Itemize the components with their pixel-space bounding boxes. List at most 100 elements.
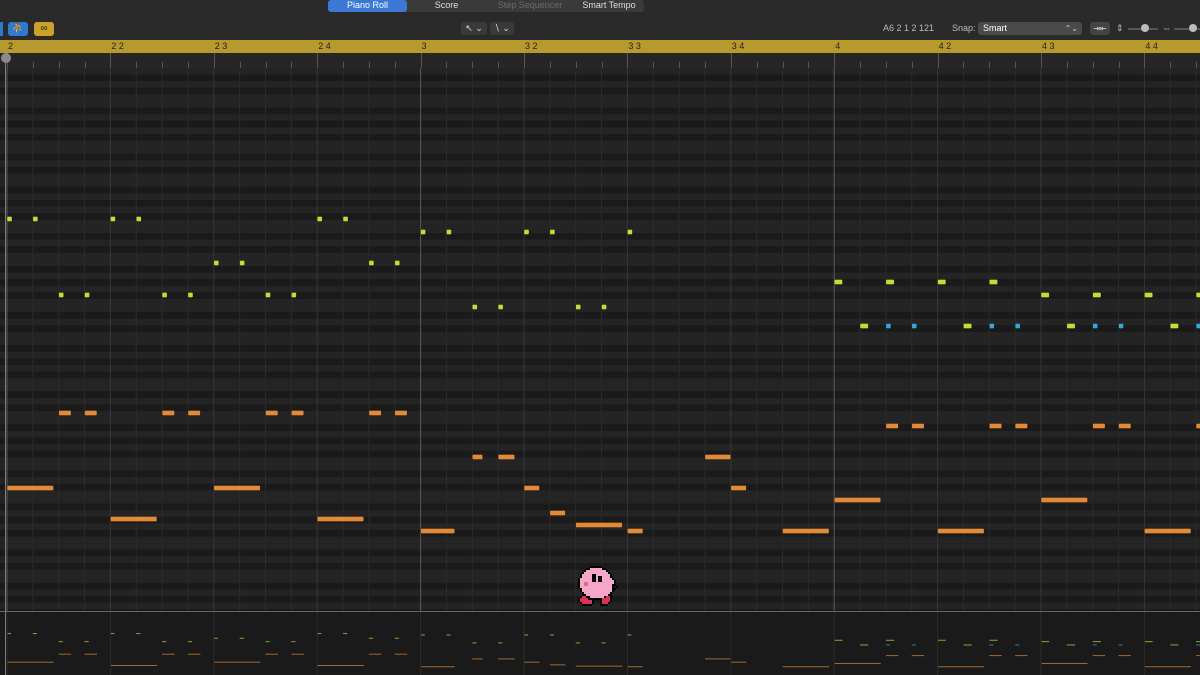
fit-zoom-button[interactable]: ⇥⇤ — [1090, 22, 1110, 35]
midi-note-orange[interactable] — [58, 410, 72, 416]
midi-note-green[interactable] — [575, 304, 582, 310]
midi-note-green[interactable] — [1092, 292, 1102, 298]
midi-note-blue[interactable] — [1014, 323, 1021, 329]
midi-note-orange[interactable] — [1014, 423, 1028, 429]
midi-note-orange[interactable] — [1092, 423, 1106, 429]
midi-note-orange[interactable] — [988, 423, 1003, 429]
midi-note-green[interactable] — [1040, 292, 1050, 298]
midi-note-orange[interactable] — [187, 410, 201, 416]
kirby-pixel — [608, 580, 610, 582]
midi-note-green[interactable] — [110, 216, 116, 222]
lane-mark-orange — [265, 653, 278, 655]
midi-note-orange[interactable] — [1040, 497, 1088, 503]
midi-note-blue[interactable] — [1195, 323, 1200, 329]
tab-smart-tempo[interactable]: Smart Tempo — [574, 0, 644, 12]
midi-note-green[interactable] — [420, 229, 426, 235]
midi-note-green[interactable] — [368, 260, 375, 266]
midi-note-green[interactable] — [291, 292, 297, 298]
midi-note-green[interactable] — [963, 323, 973, 329]
midi-note-orange[interactable] — [575, 522, 623, 528]
midi-note-green[interactable] — [135, 216, 142, 222]
kirby-pixel — [586, 600, 588, 602]
kirby-pixel — [602, 596, 604, 598]
midi-note-green[interactable] — [446, 229, 452, 235]
tab-piano-roll[interactable]: Piano Roll — [328, 0, 407, 12]
midi-note-orange[interactable] — [84, 410, 98, 416]
midi-note-orange[interactable] — [6, 485, 54, 491]
midi-note-green[interactable] — [239, 260, 245, 266]
tab-score[interactable]: Score — [407, 0, 486, 12]
midi-note-green[interactable] — [497, 304, 504, 310]
midi-note-green[interactable] — [187, 292, 194, 298]
midi-note-green[interactable] — [265, 292, 271, 298]
midi-note-green[interactable] — [885, 279, 895, 285]
playhead-handle[interactable] — [1, 53, 11, 63]
midi-note-green[interactable] — [1195, 292, 1200, 298]
midi-note-green[interactable] — [859, 323, 869, 329]
midi-note-orange[interactable] — [1195, 423, 1200, 429]
midi-note-green[interactable] — [937, 279, 947, 285]
midi-note-orange[interactable] — [833, 497, 882, 503]
link-icon[interactable]: ∞ — [34, 22, 54, 36]
midi-note-orange[interactable] — [471, 454, 483, 460]
midi-note-green[interactable] — [316, 216, 323, 222]
velocity-lane[interactable] — [0, 612, 1200, 675]
midi-note-green[interactable] — [1066, 323, 1076, 329]
midi-note-orange[interactable] — [497, 454, 515, 460]
midi-note-green[interactable] — [394, 260, 401, 266]
horizontal-zoom-knob[interactable] — [1189, 24, 1197, 32]
midi-note-orange[interactable] — [420, 528, 456, 534]
midi-note-orange[interactable] — [291, 410, 305, 416]
midi-note-orange[interactable] — [1118, 423, 1132, 429]
midi-note-green[interactable] — [601, 304, 607, 310]
midi-note-green[interactable] — [833, 279, 843, 285]
midi-note-orange[interactable] — [523, 485, 540, 491]
midi-note-green[interactable] — [1169, 323, 1179, 329]
midi-note-orange[interactable] — [549, 510, 566, 516]
midi-note-green[interactable] — [342, 216, 349, 222]
midi-note-green[interactable] — [471, 304, 478, 310]
midi-note-green[interactable] — [58, 292, 65, 298]
midi-note-blue[interactable] — [911, 323, 918, 329]
midi-note-green[interactable] — [627, 229, 633, 235]
pencil-tool-menu[interactable]: ∖ ⌄ — [490, 22, 514, 35]
midi-note-orange[interactable] — [782, 528, 830, 534]
midi-note-orange[interactable] — [937, 528, 985, 534]
midi-note-orange[interactable] — [885, 423, 899, 429]
midi-note-orange[interactable] — [161, 410, 175, 416]
midi-note-green[interactable] — [84, 292, 90, 298]
midi-note-orange[interactable] — [316, 516, 365, 522]
bar-ruler[interactable]: 2 2 2 2 3 2 4 3 3 2 3 3 3 4 4 4 2 4 3 4 4 — [0, 40, 1200, 53]
midi-note-blue[interactable] — [885, 323, 892, 329]
playhead-line[interactable] — [5, 53, 6, 675]
midi-note-green[interactable] — [6, 216, 13, 222]
midi-note-orange[interactable] — [110, 516, 158, 522]
midi-note-blue[interactable] — [988, 323, 995, 329]
tab-step-sequencer[interactable]: Step Sequencer — [486, 0, 574, 12]
midi-note-orange[interactable] — [1144, 528, 1192, 534]
midi-note-orange[interactable] — [704, 454, 732, 460]
midi-note-blue[interactable] — [1118, 323, 1124, 329]
midi-note-orange[interactable] — [911, 423, 925, 429]
ruler-ticks[interactable] — [0, 53, 1200, 68]
snap-select[interactable]: Smart ⌃⌄ — [978, 22, 1082, 35]
vertical-zoom-knob[interactable] — [1141, 24, 1149, 32]
midi-note-orange[interactable] — [730, 485, 747, 491]
midi-note-orange[interactable] — [368, 410, 382, 416]
midi-note-green[interactable] — [213, 260, 220, 266]
midi-note-green[interactable] — [523, 229, 530, 235]
midi-note-blue[interactable] — [1092, 323, 1098, 329]
kirby-pixel — [588, 598, 590, 600]
midi-note-orange[interactable] — [394, 410, 408, 416]
midi-note-orange[interactable] — [265, 410, 279, 416]
pointer-tool-menu[interactable]: ↖ ⌄ — [461, 22, 487, 35]
midi-note-green[interactable] — [161, 292, 168, 298]
midi-note-orange[interactable] — [627, 528, 644, 534]
midi-note-orange[interactable] — [213, 485, 261, 491]
midi-note-green[interactable] — [988, 279, 998, 285]
piano-roll-grid[interactable] — [0, 68, 1200, 612]
midi-note-green[interactable] — [1144, 292, 1153, 298]
catch-playhead-icon[interactable]: ⛹ — [8, 22, 28, 36]
midi-note-green[interactable] — [32, 216, 39, 222]
midi-note-green[interactable] — [549, 229, 556, 235]
